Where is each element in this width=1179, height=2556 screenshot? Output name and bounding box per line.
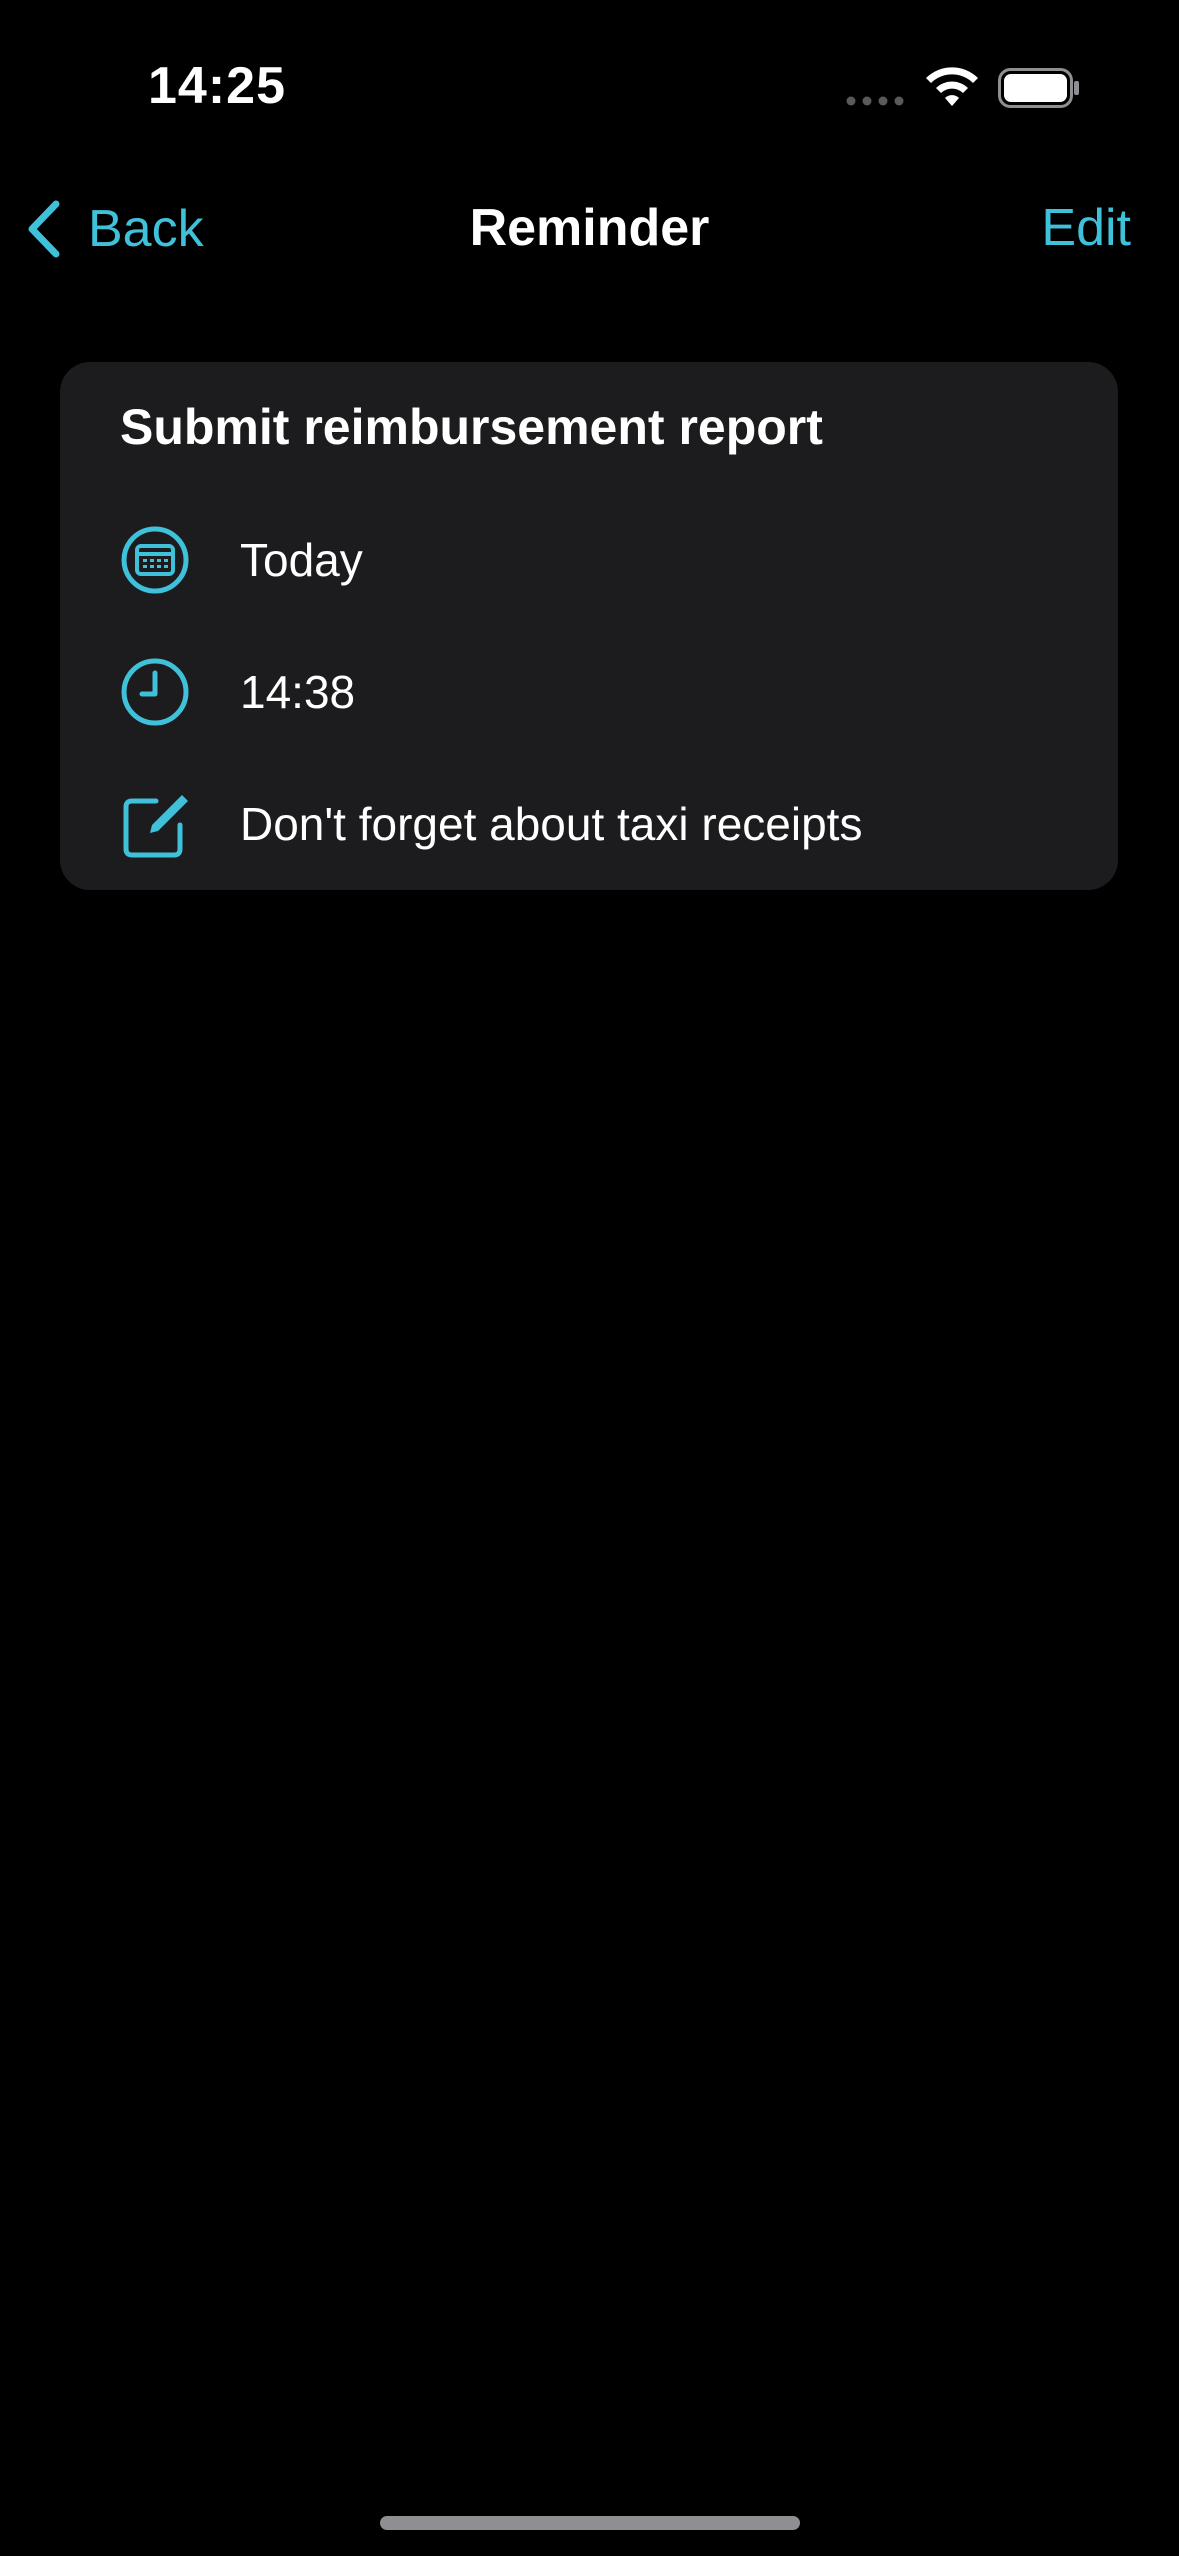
reminder-note-row: Don't forget about taxi receipts	[120, 784, 1080, 864]
reminder-date: Today	[240, 534, 363, 586]
calendar-icon	[121, 526, 189, 594]
reminder-card: Submit reimbursement report Today 14:38	[60, 362, 1118, 890]
home-indicator[interactable]	[380, 2516, 800, 2530]
wifi-icon	[926, 67, 978, 106]
reminder-title: Submit reimbursement report	[120, 399, 823, 455]
status-bar: 14:25	[0, 0, 1179, 170]
battery-icon	[998, 68, 1079, 108]
status-time: 14:25	[148, 57, 286, 115]
navigation-bar: Back Reminder Edit	[0, 180, 1179, 280]
reminder-note: Don't forget about taxi receipts	[240, 798, 863, 850]
compose-icon	[123, 795, 188, 858]
reminder-time-row: 14:38	[120, 652, 1080, 732]
signal-dots-icon	[846, 96, 904, 106]
clock-icon	[121, 658, 189, 726]
page-title: Reminder	[469, 199, 710, 257]
edit-button[interactable]: Edit	[1041, 198, 1131, 258]
reminder-date-row: Today	[120, 520, 1080, 600]
reminder-time: 14:38	[240, 666, 356, 718]
